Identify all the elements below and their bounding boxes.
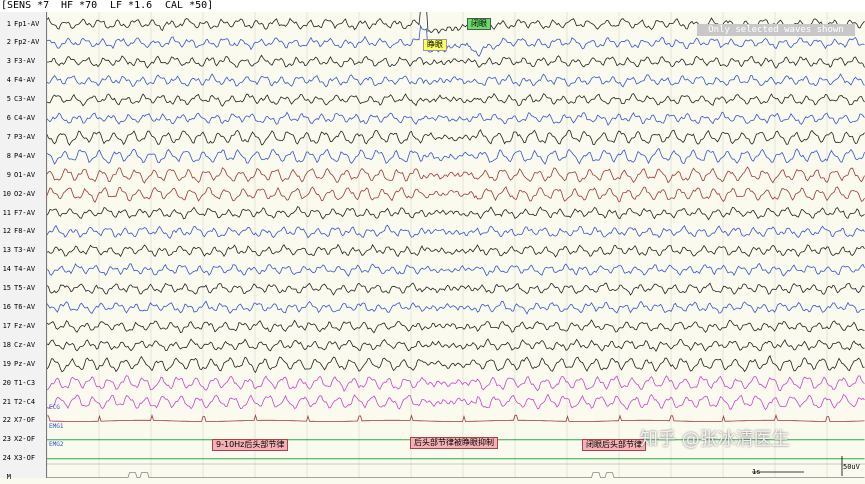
trace-f7-av <box>47 206 865 221</box>
channel-label-3[interactable]: 3 F3-AV <box>0 55 46 68</box>
trace-f4-av <box>47 73 865 88</box>
channel-label-column: 1 Fp1-AV 2 Fp2-AV 3 F3-AV 4 F4-AV 5 C3-AV 6 C4-AV 7 P… <box>0 12 47 481</box>
channel-label-8[interactable]: 8 P4-AV <box>0 150 46 163</box>
channel-label-17[interactable]: 17 Fz-AV <box>0 320 46 333</box>
trace-t6-av <box>47 300 865 315</box>
trace-o2-av <box>47 186 865 203</box>
low-filter-setting[interactable]: LF *1.6 <box>110 0 152 12</box>
time-scale-label: 1s <box>752 468 761 476</box>
channel-label-9[interactable]: 9 O1-AV <box>0 169 46 182</box>
channel-label-20[interactable]: 20 T1-C3 <box>0 377 46 390</box>
eyes-closed-marker: 闭眼 <box>467 18 491 30</box>
selected-waves-note: Only selected waves shown <box>697 24 855 36</box>
channel-label-22[interactable]: 22 X7-OF <box>0 414 46 427</box>
channel-label-5[interactable]: 5 C3-AV <box>0 93 46 106</box>
channel-label-14[interactable]: 14 T4-AV <box>0 263 46 276</box>
emg2-channel-tag: EMG2 <box>49 441 64 448</box>
channel-label-10[interactable]: 10 O2-AV <box>0 188 46 201</box>
ecg-channel-tag: ECG <box>49 404 60 411</box>
channel-label-18[interactable]: 18 Cz-AV <box>0 339 46 352</box>
trace-c4-av <box>47 111 865 126</box>
recording-settings-bar: [SENS *7 HF *70 LF *1.6 CAL *50] <box>0 0 865 12</box>
channel-label-6[interactable]: 6 C4-AV <box>0 112 46 125</box>
trace-t1-c3 <box>47 375 865 393</box>
channel-label-24[interactable]: 24 X3-OF <box>0 452 46 465</box>
channel-label-15[interactable]: 15 T5-AV <box>0 282 46 295</box>
eyes-open-marker: 睁眼 <box>423 39 447 51</box>
closed-rhythm-label: 闭眼后头部节律 <box>582 439 646 451</box>
rhythm-blocking-label: 后头部节律被睁眼抑制 <box>410 437 498 449</box>
trace-t5-av <box>47 282 865 296</box>
sensitivity-setting[interactable]: [SENS *7 <box>1 0 49 12</box>
trace-f3-av <box>47 54 865 69</box>
trace-f8-av <box>47 224 865 239</box>
channel-label-13[interactable]: 13 T3-AV <box>0 244 46 257</box>
trace-fz-av <box>47 319 865 334</box>
channel-label-12[interactable]: 12 F8-AV <box>0 225 46 238</box>
alpha-rhythm-label: 9-10Hz后头部节律 <box>212 439 289 451</box>
channel-label-7[interactable]: 7 P3-AV <box>0 131 46 144</box>
channel-label-11[interactable]: 11 F7-AV <box>0 207 46 220</box>
channel-label-1[interactable]: 1 Fp1-AV <box>0 18 46 31</box>
trace-pz-av <box>47 354 865 374</box>
trace-c3-av <box>47 92 865 107</box>
trace-t4-av <box>47 263 865 277</box>
channel-label-21[interactable]: 21 T2-C4 <box>0 396 46 409</box>
amplitude-scale-label: 50uV <box>843 463 860 471</box>
trace-t2-c4 <box>47 393 865 411</box>
channel-label-2[interactable]: 2 Fp2-AV <box>0 36 46 49</box>
trace-marker <box>47 472 865 478</box>
trace-p4-av <box>47 148 865 165</box>
high-filter-setting[interactable]: HF *70 <box>61 0 97 12</box>
trace-cz-av <box>47 338 865 353</box>
trace-p3-av <box>47 129 865 146</box>
trace-x7-of <box>47 413 865 422</box>
channel-label-23[interactable]: 23 X2-OF <box>0 433 46 446</box>
eeg-trace-area[interactable] <box>47 12 865 478</box>
channel-label-4[interactable]: 4 F4-AV <box>0 74 46 87</box>
emg1-channel-tag: EMG1 <box>49 423 64 430</box>
trace-t3-av <box>47 243 865 258</box>
channel-label-16[interactable]: 16 T6-AV <box>0 301 46 314</box>
watermark-text: 知乎 @张冰清医生 <box>640 429 790 450</box>
calibration-setting[interactable]: CAL *50] <box>165 0 213 12</box>
trace-o1-av <box>47 166 865 184</box>
channel-label-19[interactable]: 19 Pz-AV <box>0 358 46 371</box>
